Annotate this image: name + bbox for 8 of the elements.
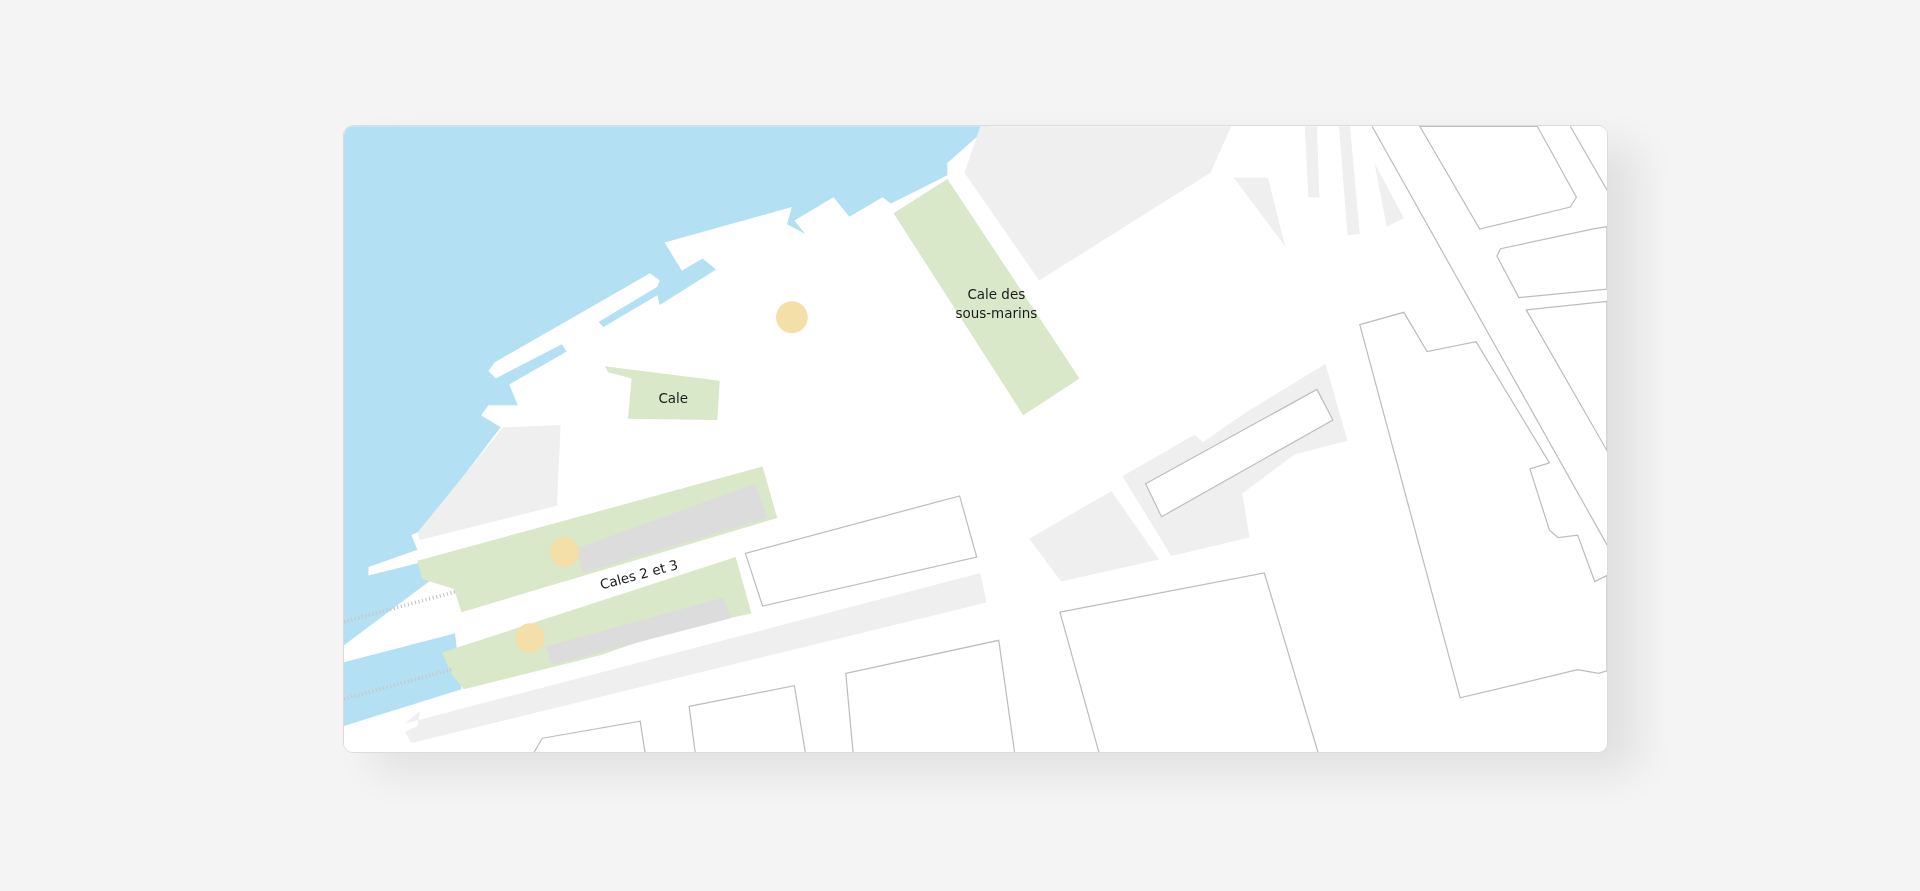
map-label: Cales 2 et 3 [598, 557, 680, 593]
map-marker-icon[interactable] [776, 301, 808, 334]
map-label: Cale des sous-marins [955, 286, 1038, 322]
map-marker-icon[interactable] [549, 537, 579, 567]
map-marker-icon[interactable] [515, 623, 545, 653]
building-block [1304, 126, 1320, 198]
map-label: Cale [658, 390, 689, 406]
building-block [1374, 163, 1404, 227]
